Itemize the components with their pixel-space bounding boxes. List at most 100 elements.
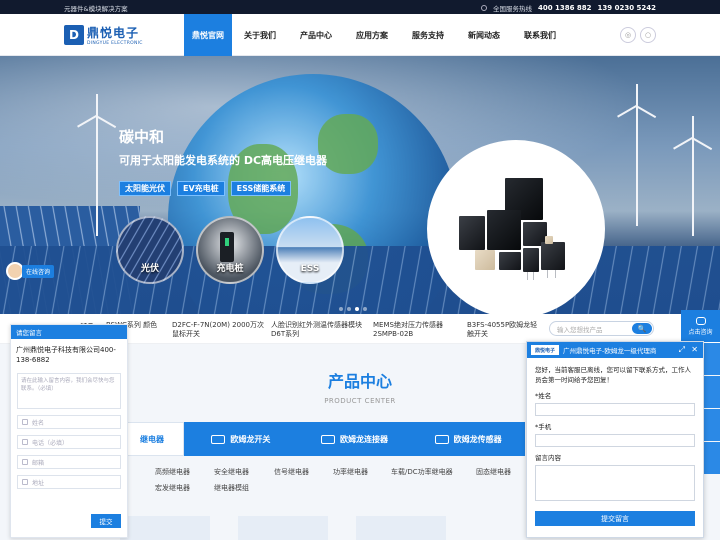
nav-about[interactable]: 关于我们 (232, 14, 288, 56)
subcat-link[interactable]: 功率继电器 (333, 467, 368, 477)
nav-news[interactable]: 新闻动态 (456, 14, 512, 56)
chat-logo: 鼎悦电子 (531, 345, 559, 355)
carousel-dots (339, 307, 367, 311)
carousel-dot[interactable] (363, 307, 367, 311)
product-card[interactable] (356, 516, 446, 540)
subcat-link[interactable]: 信号继电器 (274, 467, 309, 477)
nav-solutions[interactable]: 应用方案 (344, 14, 400, 56)
company-contact: 广州鼎悦电子科技有限公司400-138-6882 (16, 346, 116, 364)
hotline-phone-2: 139 0230 5242 (597, 4, 656, 12)
category-tabs: 继电器 欧姆龙开关 欧姆龙连接器 欧姆龙传感器 (120, 422, 525, 456)
search-button[interactable]: 🔍 (632, 323, 652, 334)
subcat-link[interactable]: 车载/DC功率继电器 (391, 467, 453, 477)
wind-turbine-icon (96, 116, 98, 236)
product-card[interactable] (238, 516, 328, 540)
subcat-link[interactable]: 安全继电器 (214, 467, 249, 477)
nav-home[interactable]: 鼎悦官网 (184, 14, 232, 56)
search-icon[interactable]: ○ (640, 27, 656, 43)
sensor-icon (434, 434, 449, 444)
tab-sensor[interactable]: 欧姆龙传感器 (411, 422, 525, 456)
chat-icon (695, 316, 706, 325)
wind-turbine-icon (692, 136, 694, 236)
nav-support[interactable]: 服务支持 (400, 14, 456, 56)
chat-content-textarea[interactable] (535, 465, 695, 501)
subcat-link[interactable]: 高频继电器 (155, 467, 190, 477)
left-message-form: 请您留言 广州鼎悦电子科技有限公司400-138-6882 请在此输入留言内容，… (10, 324, 128, 538)
left-submit-button[interactable]: 提交 (91, 514, 121, 528)
hero-title: 碳中和 (119, 128, 165, 146)
label-content: 留言内容 (535, 454, 561, 462)
hotline-phone-1: 400 1386 882 (537, 4, 592, 12)
hero-subtitle: 可用于太阳能发电系统的 DC高电压继电器 (119, 154, 328, 167)
phone-icon (480, 5, 487, 11)
subcat-link[interactable]: 宏发继电器 (155, 483, 190, 493)
charger-icon (220, 232, 234, 262)
label-phone: *手机 (535, 423, 552, 431)
tag-ess[interactable]: ESS储能系统 (230, 181, 292, 196)
solar-panels (0, 246, 720, 314)
mail-icon (22, 459, 28, 465)
label-name: *姓名 (535, 392, 552, 400)
bubble-charger[interactable]: 充电桩 (196, 216, 264, 284)
message-textarea[interactable]: 请在此输入留言内容，我们会尽快与您联系。（必填） (17, 373, 121, 409)
nav-products[interactable]: 产品中心 (288, 14, 344, 56)
online-consult-button[interactable]: 在线咨询 (6, 262, 55, 280)
logo-en: DINGYUE ELECTRONIC (87, 41, 143, 46)
location-icon (22, 479, 28, 485)
consult-button[interactable]: 点击咨询 (681, 310, 720, 342)
tab-switch[interactable]: 欧姆龙开关 (184, 422, 298, 456)
left-form-header: 请您留言 (11, 325, 127, 339)
hero-banner[interactable]: 碳中和 可用于太阳能发电系统的 DC高电压继电器 太阳能光伏 EV充电桩 ESS… (0, 56, 720, 314)
news-item[interactable]: 人脸识别红外测温传感器模块D6T系列 (271, 321, 363, 339)
hero-bubbles: 光伏 充电桩 ESS (116, 216, 344, 284)
bubble-pv[interactable]: 光伏 (116, 216, 184, 284)
phone-field[interactable]: 电话（必填） (17, 435, 121, 449)
user-icon (22, 419, 28, 425)
main-nav: 鼎悦官网 关于我们 产品中心 应用方案 服务支持 新闻动态 联系我们 (184, 14, 568, 56)
chat-phone-input[interactable] (535, 434, 695, 447)
chat-popup: 鼎悦电子 广州鼎悦电子-欧姆龙一级代理商 ⤢ ✕ 您好，当前客服已离线，您可以留… (526, 341, 704, 538)
carousel-dot[interactable] (347, 307, 351, 311)
carousel-dot-active[interactable] (355, 307, 359, 311)
tab-relay[interactable]: 继电器 (120, 422, 184, 456)
news-item[interactable]: MEMS绝对压力传感器 2SMPB-02B (373, 321, 455, 339)
hero-tags: 太阳能光伏 EV充电桩 ESS储能系统 (119, 181, 292, 196)
address-field[interactable]: 地址 (17, 475, 121, 489)
hotline-label: 全国服务热线 (492, 5, 532, 13)
chat-submit-button[interactable]: 提交留言 (535, 511, 695, 526)
close-icon[interactable]: ✕ (691, 345, 698, 354)
product-card[interactable] (120, 516, 210, 540)
nav-contact[interactable]: 联系我们 (512, 14, 568, 56)
phone-icon (22, 439, 28, 445)
chat-popup-title: 广州鼎悦电子-欧姆龙一级代理商 (563, 347, 657, 355)
offline-message: 您好，当前客服已离线，您可以留下联系方式，工作人员会第一时间给予您回复！ (535, 366, 691, 384)
chat-name-input[interactable] (535, 403, 695, 416)
top-bar: 元器件&模块解决方案 全国服务热线 400 1386 882 139 0230 … (0, 0, 720, 14)
tab-connector[interactable]: 欧姆龙连接器 (298, 422, 412, 456)
expand-icon[interactable]: ⤢ (679, 345, 685, 354)
subcat-link[interactable]: 固态继电器 (476, 467, 511, 477)
name-field[interactable]: 姓名 (17, 415, 121, 429)
carousel-dot[interactable] (339, 307, 343, 311)
subcat-link[interactable]: 继电器模组 (214, 483, 249, 493)
logo-cn: 鼎悦电子 (87, 26, 140, 40)
slogan: 元器件&模块解决方案 (64, 5, 128, 13)
header: D 鼎悦电子 DINGYUE ELECTRONIC 鼎悦官网 关于我们 产品中心… (0, 14, 720, 56)
wind-turbine-icon (636, 106, 638, 226)
product-cards (120, 516, 446, 540)
chat-popup-header: 鼎悦电子 广州鼎悦电子-欧姆龙一级代理商 ⤢ ✕ (527, 342, 703, 358)
email-field[interactable]: 邮箱 (17, 455, 121, 469)
logo-mark: D (64, 25, 84, 45)
tag-solar[interactable]: 太阳能光伏 (119, 181, 171, 196)
switch-icon (211, 434, 226, 444)
news-item[interactable]: D2FC-F-7N(20M) 2000万次鼠标开关 (172, 321, 264, 339)
relay-product-image (427, 140, 605, 314)
tag-ev[interactable]: EV充电桩 (177, 181, 225, 196)
product-search-input[interactable]: 输入您想找产品 🔍 (549, 321, 654, 336)
hotline: 全国服务热线 400 1386 882 139 0230 5242 (480, 3, 656, 13)
site-logo[interactable]: D 鼎悦电子 DINGYUE ELECTRONIC (64, 24, 143, 46)
connector-icon (321, 434, 335, 444)
wechat-icon[interactable]: ◎ (620, 27, 636, 43)
bubble-ess[interactable]: ESS (276, 216, 344, 284)
news-item[interactable]: B3FS-4055P欧姆龙轻触开关 (467, 321, 539, 339)
